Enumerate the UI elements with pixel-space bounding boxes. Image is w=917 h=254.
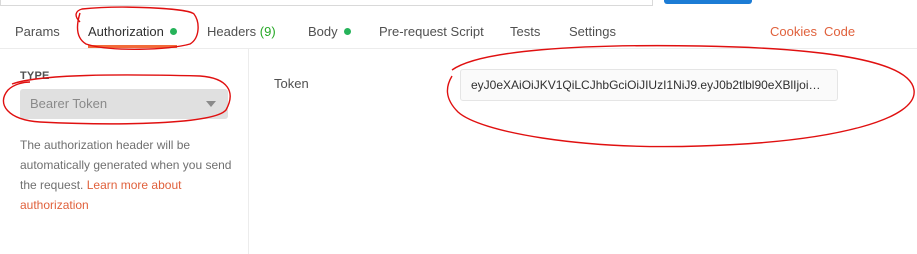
- tab-pre-request-script[interactable]: Pre-request Script: [379, 14, 484, 48]
- type-label: TYPE: [20, 70, 50, 82]
- cookies-link[interactable]: Cookies: [770, 14, 817, 48]
- tab-label: Headers: [207, 24, 257, 39]
- send-button[interactable]: [664, 0, 752, 4]
- tab-params[interactable]: Params: [15, 14, 60, 48]
- auth-type-value: Bearer Token: [30, 96, 108, 111]
- token-label: Token: [274, 76, 309, 91]
- tab-tests[interactable]: Tests: [510, 14, 540, 48]
- token-input[interactable]: eyJ0eXAiOiJKV1QiLCJhbGciOiJIUzI1NiJ9.eyJ…: [460, 69, 838, 101]
- tab-label: Body: [308, 24, 338, 39]
- auth-type-panel: TYPE Bearer Token The authorization head…: [0, 49, 249, 254]
- status-dot-icon: [343, 28, 351, 35]
- auth-type-select[interactable]: Bearer Token: [20, 89, 228, 119]
- auth-description: The authorization header will be automat…: [20, 135, 235, 215]
- request-editor: Params Authorization Headers (9) Body Pr…: [0, 0, 917, 254]
- tab-label: Params: [15, 24, 60, 39]
- request-tabs: Params Authorization Headers (9) Body Pr…: [0, 14, 917, 48]
- tab-label: Authorization: [88, 24, 164, 39]
- tab-label: Pre-request Script: [379, 24, 484, 39]
- tab-authorization[interactable]: Authorization: [88, 14, 177, 48]
- tab-body[interactable]: Body: [308, 14, 351, 48]
- headers-count: (9): [259, 24, 276, 39]
- code-link[interactable]: Code: [824, 14, 855, 48]
- status-dot-icon: [169, 28, 177, 35]
- tab-settings[interactable]: Settings: [569, 14, 616, 48]
- tab-label: Tests: [510, 24, 541, 39]
- tab-label: Settings: [569, 24, 616, 39]
- chevron-down-icon: [206, 101, 216, 107]
- url-input[interactable]: [0, 0, 653, 6]
- tab-headers[interactable]: Headers (9): [207, 14, 276, 48]
